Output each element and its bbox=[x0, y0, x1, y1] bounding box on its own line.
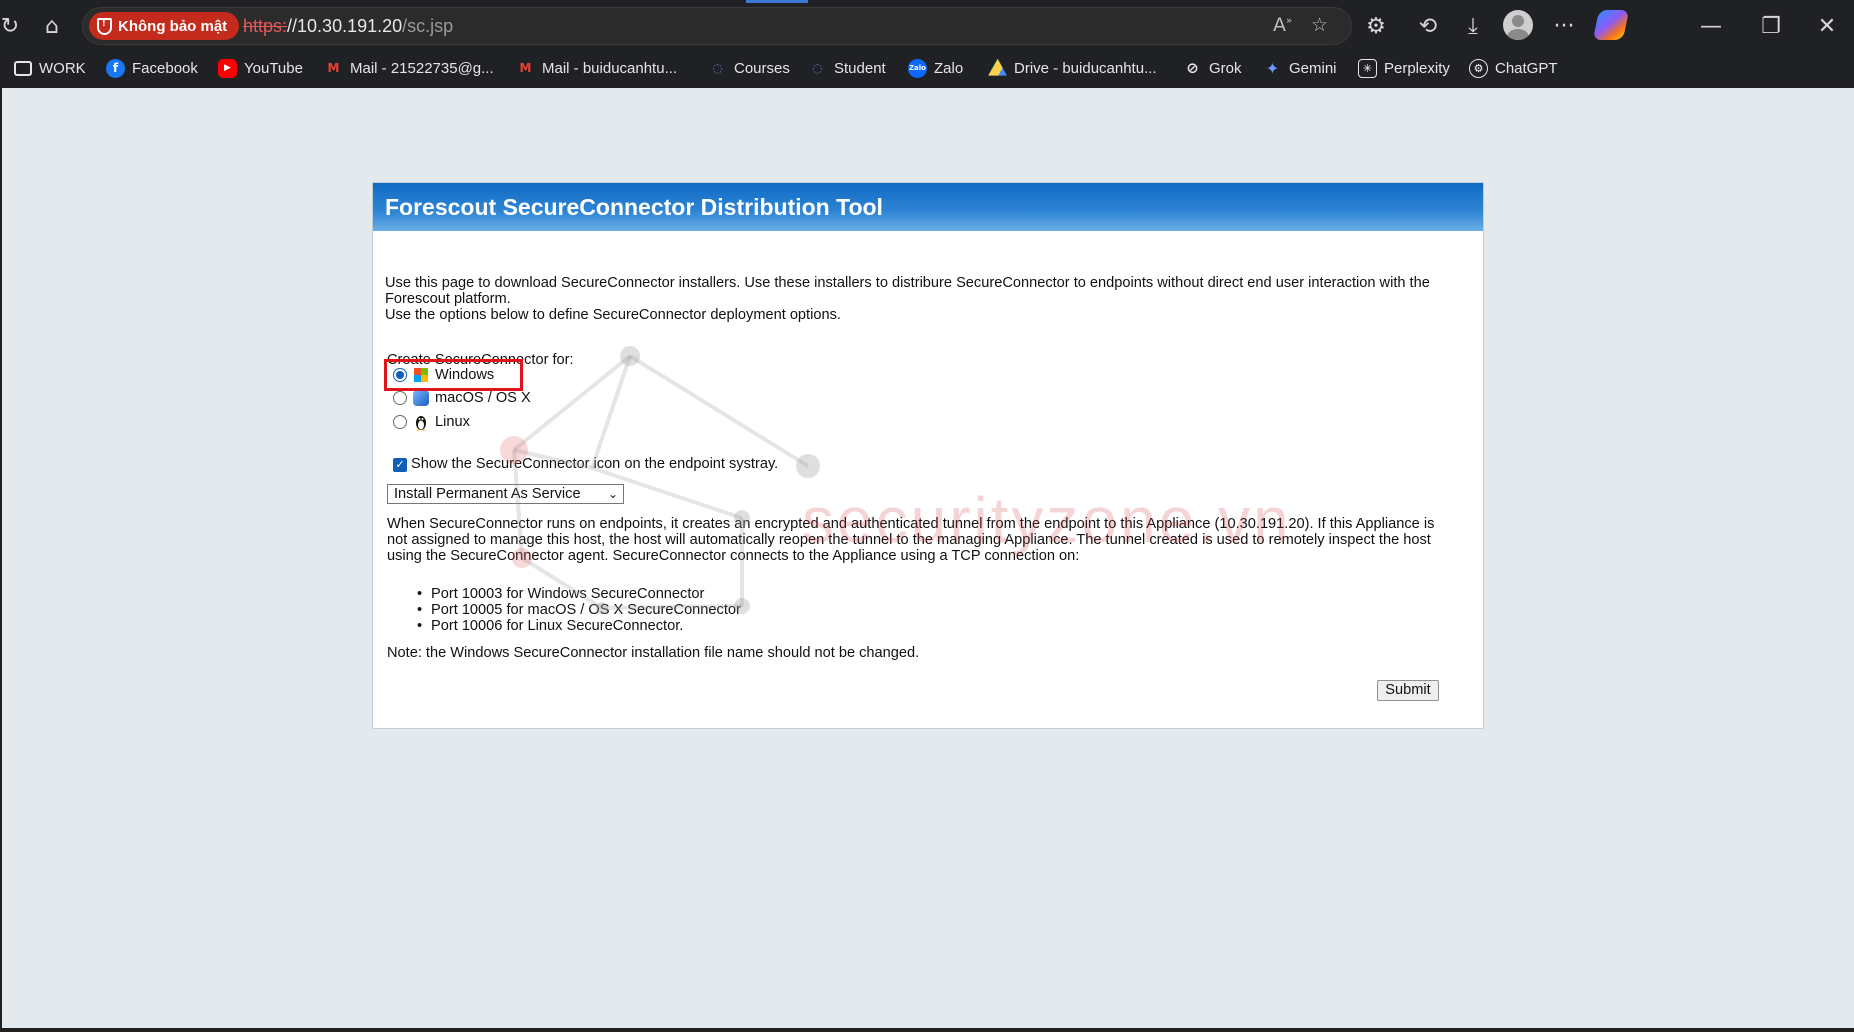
bookmark-work[interactable]: WORK bbox=[14, 56, 86, 80]
bookmark-label: Grok bbox=[1209, 59, 1242, 77]
youtube-icon: ▶ bbox=[218, 58, 237, 78]
bookmark-label: Facebook bbox=[132, 59, 198, 77]
bookmarks-bar: WORK f Facebook ▶ YouTube M Mail - 21522… bbox=[0, 52, 1854, 84]
intro-line: Use this page to download SecureConnecto… bbox=[385, 275, 1430, 291]
bookmark-student[interactable]: ◌ Student bbox=[808, 56, 886, 80]
linux-radio[interactable] bbox=[393, 415, 407, 429]
history-icon[interactable]: ⟲ bbox=[1410, 8, 1446, 44]
url-scheme: https: bbox=[243, 16, 288, 36]
install-mode-select[interactable]: Install Permanent As Service ⌄ bbox=[387, 484, 624, 504]
bookmark-label: Gemini bbox=[1289, 59, 1337, 77]
grok-icon: ⊘ bbox=[1186, 59, 1199, 77]
bookmark-facebook[interactable]: f Facebook bbox=[106, 56, 198, 80]
tunnel-description: When SecureConnector runs on endpoints, … bbox=[387, 516, 1457, 564]
bookmark-label: YouTube bbox=[244, 59, 303, 77]
bookmark-label: WORK bbox=[39, 59, 86, 77]
extensions-icon[interactable]: ⚙ bbox=[1358, 8, 1394, 44]
profile-avatar[interactable] bbox=[1503, 10, 1533, 40]
submit-button[interactable]: Submit bbox=[1377, 680, 1439, 701]
install-mode-value: Install Permanent As Service bbox=[394, 486, 581, 502]
more-menu-icon[interactable]: ··· bbox=[1546, 8, 1582, 44]
bookmark-label: Drive - buiducanhtu... bbox=[1014, 59, 1157, 77]
gemini-icon: ✦ bbox=[1265, 58, 1280, 78]
bookmark-label: Student bbox=[834, 59, 886, 77]
copilot-icon[interactable] bbox=[1592, 10, 1630, 40]
page-viewport: Forescout SecureConnector Distribution T… bbox=[2, 88, 1854, 1028]
perplexity-icon: ✳ bbox=[1358, 58, 1377, 78]
windows-highlight-box bbox=[384, 359, 523, 391]
gmail-icon: M bbox=[519, 61, 532, 75]
intro-text: Use this page to download SecureConnecto… bbox=[385, 275, 1455, 323]
port-list-item: Port 10005 for macOS / OS X SecureConnec… bbox=[417, 602, 741, 618]
bookmark-gemini[interactable]: ✦ Gemini bbox=[1263, 56, 1337, 80]
bookmark-mail-1[interactable]: M Mail - 21522735@g... bbox=[324, 56, 494, 80]
bookmark-label: Zalo bbox=[934, 59, 964, 77]
gmail-icon: M bbox=[327, 61, 340, 75]
courses-icon: ◌ bbox=[712, 61, 723, 75]
minimize-icon[interactable]: — bbox=[1693, 8, 1729, 44]
security-badge-label: Không bảo mật bbox=[118, 17, 228, 35]
intro-line: Forescout platform. bbox=[385, 291, 511, 307]
browser-toolbar: ↻ ⌂ Không bảo mật https://10.30.191.20/s… bbox=[0, 0, 1854, 52]
restore-icon[interactable]: ❐ bbox=[1753, 8, 1789, 44]
description-line: not assigned to manage this host, the ho… bbox=[387, 532, 1431, 548]
bookmark-drive[interactable]: Drive - buiducanhtu... bbox=[988, 56, 1157, 80]
systray-label: Show the SecureConnector icon on the end… bbox=[411, 456, 779, 472]
systray-checkbox[interactable]: ✓ bbox=[393, 458, 407, 472]
bookmark-youtube[interactable]: ▶ YouTube bbox=[218, 56, 303, 80]
port-list-item: Port 10003 for Windows SecureConnector bbox=[417, 586, 741, 602]
bookmark-label: Perplexity bbox=[1384, 59, 1450, 77]
url-text[interactable]: https://10.30.191.20/sc.jsp bbox=[243, 16, 453, 37]
security-badge[interactable]: Không bảo mật bbox=[89, 12, 240, 40]
description-line: using the SecureConnector agent. SecureC… bbox=[387, 548, 1080, 564]
bookmark-mail-2[interactable]: M Mail - buiducanhtu... bbox=[516, 56, 678, 80]
panel-header: Forescout SecureConnector Distribution T… bbox=[373, 183, 1483, 231]
port-list-item: Port 10006 for Linux SecureConnector. bbox=[417, 618, 741, 634]
bookmark-chatgpt[interactable]: ⚙ ChatGPT bbox=[1469, 56, 1558, 80]
read-aloud-icon[interactable]: A» bbox=[1273, 14, 1292, 36]
drive-icon bbox=[988, 58, 1007, 76]
linux-label: Linux bbox=[435, 414, 470, 430]
reload-icon[interactable]: ↻ bbox=[0, 8, 28, 44]
zalo-icon: Zalo bbox=[908, 58, 927, 78]
macos-label: macOS / OS X bbox=[435, 390, 531, 406]
macos-radio[interactable] bbox=[393, 391, 407, 405]
page-title: Forescout SecureConnector Distribution T… bbox=[385, 193, 883, 220]
chatgpt-icon: ⚙ bbox=[1469, 58, 1488, 78]
bookmark-label: Mail - buiducanhtu... bbox=[542, 59, 678, 77]
url-host: //10.30.191.20 bbox=[287, 16, 403, 36]
shield-warning-icon bbox=[97, 17, 112, 35]
close-icon[interactable]: ✕ bbox=[1809, 8, 1845, 44]
folder-icon bbox=[14, 60, 32, 76]
student-icon: ◌ bbox=[812, 61, 823, 75]
url-path: /sc.jsp bbox=[402, 16, 454, 36]
os-option-linux[interactable]: Linux bbox=[393, 412, 470, 432]
bookmark-perplexity[interactable]: ✳ Perplexity bbox=[1358, 56, 1450, 80]
download-icon[interactable]: ⤓ bbox=[1455, 8, 1491, 44]
address-bar[interactable]: Không bảo mật https://10.30.191.20/sc.js… bbox=[82, 7, 1352, 45]
bookmark-zalo[interactable]: Zalo Zalo bbox=[908, 56, 963, 80]
port-list: Port 10003 for Windows SecureConnector P… bbox=[417, 586, 741, 634]
bookmark-courses[interactable]: ◌ Courses bbox=[708, 56, 790, 80]
os-option-macos[interactable]: macOS / OS X bbox=[393, 388, 531, 408]
chevron-down-icon: ⌄ bbox=[607, 487, 618, 501]
bookmark-label: Courses bbox=[734, 59, 790, 77]
description-line: When SecureConnector runs on endpoints, … bbox=[387, 516, 1435, 532]
bookmark-grok[interactable]: ⊘ Grok bbox=[1183, 56, 1242, 80]
intro-line: Use the options below to define SecureCo… bbox=[385, 307, 841, 323]
filename-note: Note: the Windows SecureConnector instal… bbox=[387, 645, 920, 661]
bookmark-label: Mail - 21522735@g... bbox=[350, 59, 494, 77]
facebook-icon: f bbox=[106, 58, 125, 78]
distribution-tool-panel: Forescout SecureConnector Distribution T… bbox=[372, 182, 1484, 729]
home-icon[interactable]: ⌂ bbox=[34, 8, 70, 44]
favorite-star-icon[interactable]: ☆ bbox=[1311, 14, 1328, 36]
bookmark-label: ChatGPT bbox=[1495, 59, 1558, 77]
active-tab-indicator bbox=[746, 0, 808, 3]
linux-tux-icon bbox=[413, 414, 429, 431]
macos-icon bbox=[413, 390, 429, 406]
